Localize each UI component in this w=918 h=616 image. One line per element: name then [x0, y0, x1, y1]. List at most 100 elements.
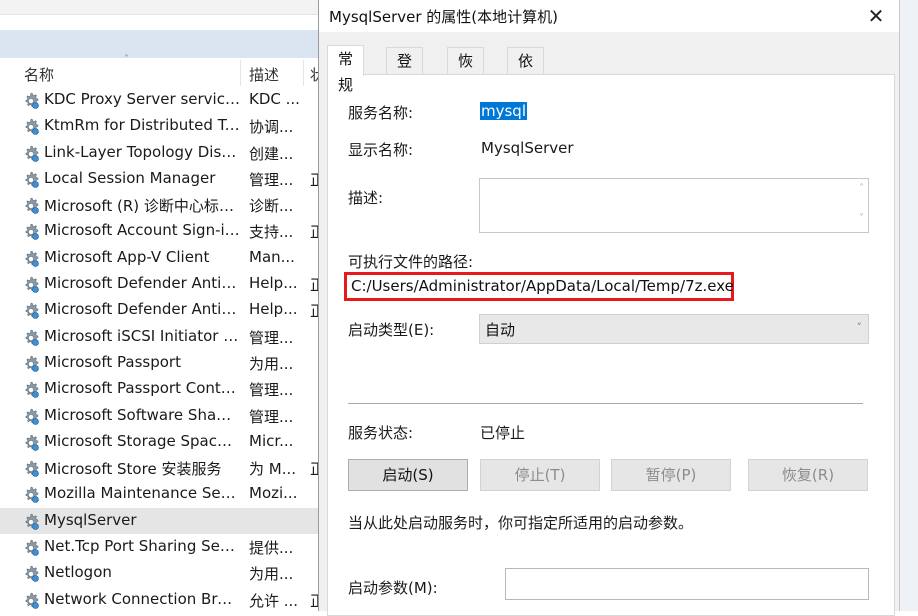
service-row[interactable]: Microsoft Passport 为用...	[0, 350, 320, 376]
service-description: 允许 ...	[249, 591, 299, 610]
service-description: 管理...	[249, 407, 294, 426]
service-row[interactable]: Microsoft Software Shado... 管理...	[0, 403, 320, 429]
service-description: 管理...	[249, 381, 294, 400]
service-description: 协调...	[249, 118, 294, 137]
service-row[interactable]: KtmRm for Distributed Tra... 协调...	[0, 113, 320, 139]
service-gear-icon	[21, 564, 41, 584]
service-name: Network Connection Broker	[44, 589, 240, 608]
scroll-up-icon[interactable]: ˄	[859, 183, 864, 194]
service-gear-icon	[21, 301, 41, 321]
column-header-name[interactable]: 名称	[24, 64, 54, 85]
service-name: KDC Proxy Server service (...	[44, 90, 240, 108]
service-name-label: 服务名称:	[348, 104, 414, 122]
pause-button[interactable]: 暂停(P)	[611, 459, 731, 491]
service-name: Microsoft Defender Antivir...	[44, 300, 240, 319]
service-row[interactable]: MysqlServer	[0, 507, 320, 535]
service-gear-icon	[21, 538, 41, 558]
display-name-label: 显示名称:	[348, 141, 414, 159]
section-divider	[348, 403, 863, 404]
service-gear-icon	[21, 433, 41, 453]
service-row[interactable]: KDC Proxy Server service (... KDC ...	[0, 87, 320, 113]
service-gear-icon	[21, 117, 41, 137]
startup-type-value: 自动	[485, 321, 516, 339]
service-name: Netlogon	[44, 563, 112, 582]
chevron-down-icon: ˅	[856, 321, 863, 334]
service-row[interactable]: Network Connection Broker 允许 ... 正	[0, 587, 320, 613]
service-name: Microsoft (R) 诊断中心标准...	[44, 197, 240, 216]
service-name-value[interactable]: mysql	[480, 102, 527, 120]
description-scrollbar[interactable]: ˄ ˅	[850, 179, 868, 232]
tab-general[interactable]: 常规	[327, 45, 365, 94]
service-status-label: 服务状态:	[348, 424, 414, 442]
services-extended-tab-band	[0, 30, 320, 58]
service-row[interactable]: Net.Tcp Port Sharing Service 提供...	[0, 534, 320, 560]
service-gear-icon	[21, 222, 41, 242]
service-description: 支持...	[249, 223, 294, 242]
startup-type-select[interactable]: 自动 ˅	[479, 314, 869, 344]
start-params-input[interactable]	[505, 568, 869, 600]
service-gear-icon	[21, 512, 41, 532]
service-name: Microsoft Defender Antivir...	[44, 274, 240, 293]
service-name: KtmRm for Distributed Tra...	[44, 116, 240, 135]
service-row[interactable]: Mozilla Maintenance Service Mozi...	[0, 481, 320, 507]
service-description: Micr...	[249, 431, 294, 450]
dialog-titlebar[interactable]: MysqlServer 的属性(本地计算机) ✕	[319, 0, 899, 32]
service-name: Local Session Manager	[44, 168, 216, 187]
dialog-title: MysqlServer 的属性(本地计算机)	[329, 8, 558, 26]
service-name: Microsoft Storage Spaces S...	[44, 431, 240, 450]
start-params-hint: 当从此处启动服务时，你可指定所适用的启动参数。	[348, 514, 694, 532]
service-description: 创建...	[249, 144, 294, 163]
service-row[interactable]: Local Session Manager 管理... 正	[0, 166, 320, 192]
exe-path-highlight-box: C:/Users/Administrator/AppData/Local/Tem…	[344, 272, 734, 301]
service-description: Mozi...	[249, 484, 298, 503]
service-name: Microsoft Software Shado...	[44, 405, 240, 424]
service-name: Link-Layer Topology Disco...	[44, 142, 240, 161]
service-gear-icon	[21, 275, 41, 295]
service-row[interactable]: Microsoft Defender Antivir... Help... 正	[0, 271, 320, 297]
service-gear-icon	[21, 407, 41, 427]
start-button[interactable]: 启动(S)	[348, 459, 468, 491]
scroll-down-icon[interactable]: ˅	[859, 213, 864, 224]
services-list: KDC Proxy Server service (... KDC ... KtmR…	[0, 87, 320, 613]
service-row[interactable]: Microsoft Store 安装服务为 M... 正	[0, 455, 320, 481]
service-description: 为用...	[249, 354, 294, 373]
exe-path-value[interactable]: C:/Users/Administrator/AppData/Local/Tem…	[351, 277, 734, 295]
service-name: Microsoft Passport	[44, 352, 181, 371]
service-name: MysqlServer	[44, 510, 137, 529]
service-row[interactable]: Link-Layer Topology Disco... 创建...	[0, 140, 320, 166]
service-gear-icon	[21, 328, 41, 348]
close-icon[interactable]: ✕	[861, 2, 891, 30]
tab-recovery[interactable]: 恢复	[447, 47, 485, 96]
column-separator[interactable]	[303, 60, 304, 86]
service-row[interactable]: Microsoft Account Sign-in ... 支持... 正	[0, 218, 320, 244]
tab-logon[interactable]: 登录	[386, 47, 424, 96]
service-description: 为用...	[249, 565, 294, 584]
service-row[interactable]: Microsoft iSCSI Initiator Ser... 管理...	[0, 324, 320, 350]
service-description: 提供...	[249, 539, 294, 558]
service-description: 为 M...	[249, 460, 297, 479]
service-row[interactable]: Microsoft Defender Antivir... Help... 正	[0, 297, 320, 323]
service-gear-icon	[21, 170, 41, 190]
display-name-value[interactable]: MysqlServer	[481, 139, 574, 157]
tab-dependencies[interactable]: 依存关系	[507, 47, 545, 148]
column-header-description[interactable]: 描述	[249, 64, 279, 85]
startup-type-label: 启动类型(E):	[348, 321, 435, 339]
services-window-right-edge	[898, 0, 918, 611]
service-row[interactable]: Microsoft Storage Spaces S... Micr...	[0, 429, 320, 455]
description-textbox[interactable]: ˄ ˅	[479, 178, 869, 233]
service-description: 管理...	[249, 328, 294, 347]
service-name: Microsoft Store 安装服务	[44, 460, 222, 479]
stop-button[interactable]: 停止(T)	[480, 459, 600, 491]
column-separator[interactable]	[240, 60, 241, 86]
service-name: Microsoft App-V Client	[44, 247, 210, 266]
service-gear-icon	[21, 354, 41, 374]
service-row[interactable]: Microsoft (R) 诊断中心标准... 诊断...	[0, 192, 320, 218]
service-row[interactable]: Microsoft Passport Container 管理...	[0, 376, 320, 402]
service-row[interactable]: Netlogon 为用...	[0, 560, 320, 586]
resume-button[interactable]: 恢复(R)	[748, 459, 868, 491]
description-label: 描述:	[348, 189, 384, 207]
service-row[interactable]: Microsoft App-V Client Man...	[0, 245, 320, 271]
services-toolbar-strip	[0, 0, 320, 15]
service-gear-icon	[21, 485, 41, 505]
service-gear-icon	[21, 459, 41, 479]
